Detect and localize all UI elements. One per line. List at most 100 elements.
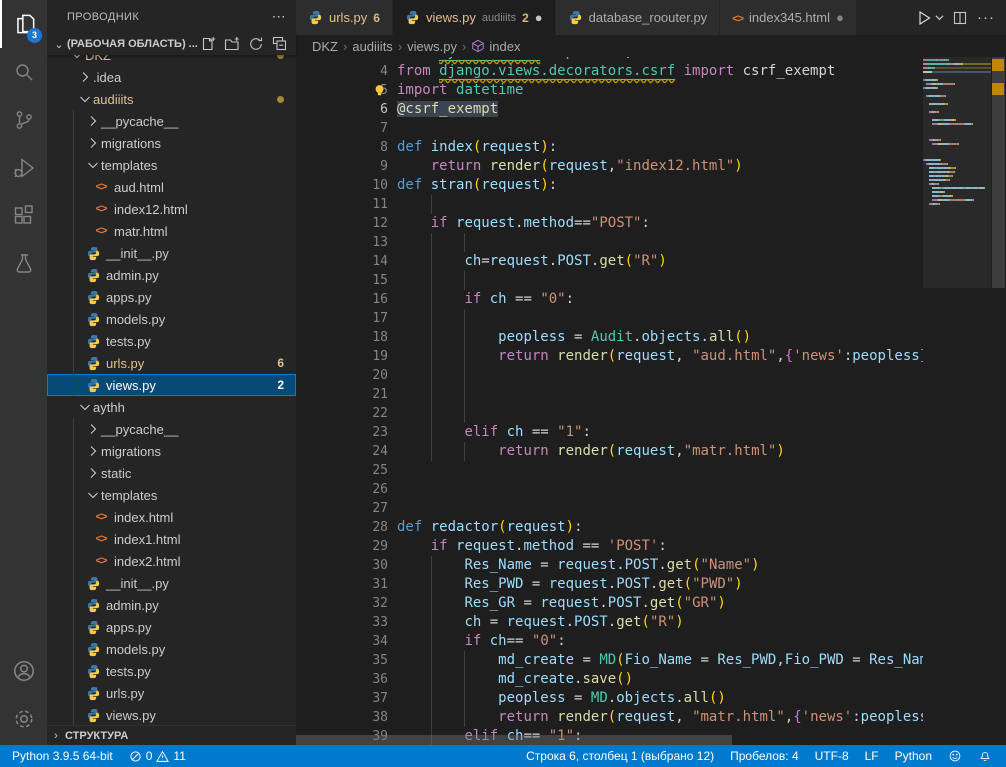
code-line-10[interactable]: 10def stran(request):	[296, 176, 1006, 195]
eol-status[interactable]: LF	[857, 745, 887, 767]
refresh-icon[interactable]	[246, 34, 266, 54]
tree-item-apps.py[interactable]: apps.py	[47, 286, 296, 308]
breadcrumb-item-views.py[interactable]: views.py	[407, 39, 457, 54]
tree-item-models.py[interactable]: models.py	[47, 638, 296, 660]
tree-item-__init__.py[interactable]: __init__.py	[47, 572, 296, 594]
code-line-12[interactable]: 12if request.method=="POST":	[296, 214, 1006, 233]
code-line-5[interactable]: 5import datetime	[296, 81, 1006, 100]
code-line-27[interactable]: 27	[296, 499, 1006, 518]
tree-item-tests.py[interactable]: tests.py	[47, 660, 296, 682]
code-line-18[interactable]: 18peopless = Audit.objects.all()	[296, 328, 1006, 347]
outline-section-header[interactable]: › СТРУКТУРА	[47, 725, 296, 745]
tree-item-__pycache__[interactable]: __pycache__	[47, 418, 296, 440]
breadcrumb-item-audiiits[interactable]: audiiits	[352, 39, 392, 54]
tab-urls.py[interactable]: urls.py6	[296, 0, 393, 35]
code-line-13[interactable]: 13	[296, 233, 1006, 252]
tree-item-admin.py[interactable]: admin.py	[47, 594, 296, 616]
tree-item-apps.py[interactable]: apps.py	[47, 616, 296, 638]
code-line-9[interactable]: 9return render(request,"index12.html")	[296, 157, 1006, 176]
tree-item-views.py[interactable]: views.py	[47, 704, 296, 725]
chevron-down-icon[interactable]	[932, 6, 946, 30]
tab-database_roouter.py[interactable]: database_roouter.py	[556, 0, 721, 35]
tree-item-templates[interactable]: templates	[47, 154, 296, 176]
horizontal-scrollbar-thumb[interactable]	[296, 735, 732, 745]
code-line-14[interactable]: 14ch=request.POST.get("R")	[296, 252, 1006, 271]
code-line-26[interactable]: 26	[296, 480, 1006, 499]
tree-item-__init__.py[interactable]: __init__.py	[47, 242, 296, 264]
activity-item-explorer[interactable]: 3	[0, 0, 47, 48]
tree-item-static[interactable]: static	[47, 462, 296, 484]
code-line-24[interactable]: 24return render(request,"matr.html")	[296, 442, 1006, 461]
workspace-section-header[interactable]: ⌄ (РАБОЧАЯ ОБЛАСТЬ) ...	[47, 33, 296, 55]
code-line-30[interactable]: 30Res_Name = request.POST.get("Name")	[296, 556, 1006, 575]
code-line-23[interactable]: 23elif ch == "1":	[296, 423, 1006, 442]
code-line-16[interactable]: 16if ch == "0":	[296, 290, 1006, 309]
code-line-19[interactable]: 19return render(request, "aud.html",{'ne…	[296, 347, 1006, 366]
more-actions-icon[interactable]: ···	[974, 6, 998, 30]
python-interpreter-status[interactable]: Python 3.9.5 64-bit	[4, 745, 121, 767]
code-line-38[interactable]: 38return render(request, "matr.html",{'n…	[296, 708, 1006, 727]
dirty-dot-icon[interactable]: ●	[535, 10, 543, 25]
code-line-22[interactable]: 22	[296, 404, 1006, 423]
minimap[interactable]	[923, 57, 991, 745]
tree-item-migrations[interactable]: migrations	[47, 440, 296, 462]
tree-item-migrations[interactable]: migrations	[47, 132, 296, 154]
language-mode-status[interactable]: Python	[887, 745, 940, 767]
tree-item-index.html[interactable]: <>index.html	[47, 506, 296, 528]
code-line-20[interactable]: 20	[296, 366, 1006, 385]
code-line-15[interactable]: 15	[296, 271, 1006, 290]
tree-item-__pycache__[interactable]: __pycache__	[47, 110, 296, 132]
code-line-11[interactable]: 11	[296, 195, 1006, 214]
tree-item-audiiits[interactable]: audiiits	[47, 88, 296, 110]
tree-item-models.py[interactable]: models.py	[47, 308, 296, 330]
tree-item-admin.py[interactable]: admin.py	[47, 264, 296, 286]
activity-item-search[interactable]	[0, 48, 47, 96]
indentation-status[interactable]: Пробелов: 4	[722, 745, 807, 767]
tree-item-index2.html[interactable]: <>index2.html	[47, 550, 296, 572]
tab-index345.html[interactable]: <>index345.html●	[720, 0, 857, 35]
code-line-17[interactable]: 17	[296, 309, 1006, 328]
code-line-29[interactable]: 29if request.method == 'POST':	[296, 537, 1006, 556]
tree-item-aythh[interactable]: aythh	[47, 396, 296, 418]
activity-item-run-and-debug[interactable]	[0, 144, 47, 192]
cursor-position-status[interactable]: Строка 6, столбец 1 (выбрано 12)	[518, 745, 722, 767]
activity-item-accounts[interactable]	[0, 647, 47, 695]
code-line-31[interactable]: 31Res_PWD = request.POST.get("PWD")	[296, 575, 1006, 594]
code-line-37[interactable]: 37peopless = MD.objects.all()	[296, 689, 1006, 708]
tree-item-tests.py[interactable]: tests.py	[47, 330, 296, 352]
tree-item-index1.html[interactable]: <>index1.html	[47, 528, 296, 550]
tree-item-matr.html[interactable]: <>matr.html	[47, 220, 296, 242]
split-editor-icon[interactable]	[948, 6, 972, 30]
activity-item-testing[interactable]	[0, 240, 47, 288]
code-line-33[interactable]: 33ch = request.POST.get("R")	[296, 613, 1006, 632]
new-folder-icon[interactable]	[222, 34, 242, 54]
more-actions-icon[interactable]: ⋯	[272, 8, 286, 25]
activity-item-source-control[interactable]	[0, 96, 47, 144]
breadcrumb-item-DKZ[interactable]: DKZ	[312, 39, 338, 54]
code-line-6[interactable]: 6@csrf_exempt	[296, 100, 1006, 119]
tree-item-aud.html[interactable]: <>aud.html	[47, 176, 296, 198]
code-line-28[interactable]: 28def redactor(request):	[296, 518, 1006, 537]
code-line-21[interactable]: 21	[296, 385, 1006, 404]
tree-item-templates[interactable]: templates	[47, 484, 296, 506]
code-line-32[interactable]: 32Res_GR = request.POST.get("GR")	[296, 594, 1006, 613]
code-line-8[interactable]: 8def index(request):	[296, 138, 1006, 157]
encoding-status[interactable]: UTF-8	[807, 745, 857, 767]
tree-item-views.py[interactable]: views.py2	[47, 374, 296, 396]
code-line-35[interactable]: 35md_create = MD(Fio_Name = Res_PWD,Fio_…	[296, 651, 1006, 670]
lightbulb-icon[interactable]	[372, 83, 387, 98]
code-line-34[interactable]: 34if ch== "0":	[296, 632, 1006, 651]
collapse-all-icon[interactable]	[270, 34, 290, 54]
code-line-36[interactable]: 36md_create.save()	[296, 670, 1006, 689]
problems-status[interactable]: 0 11	[121, 745, 194, 767]
activity-item-settings[interactable]	[0, 695, 47, 743]
tree-item-.idea[interactable]: .idea	[47, 66, 296, 88]
tree-item-DKZ[interactable]: DKZ	[47, 55, 296, 66]
tree-item-index12.html[interactable]: <>index12.html	[47, 198, 296, 220]
activity-item-extensions[interactable]	[0, 192, 47, 240]
feedback-icon[interactable]	[940, 745, 970, 767]
code-line-25[interactable]: 25	[296, 461, 1006, 480]
code-editor[interactable]: 3from aythh.models import MD,Audit4from …	[296, 57, 1006, 745]
tree-item-urls.py[interactable]: urls.py6	[47, 352, 296, 374]
new-file-icon[interactable]	[198, 34, 218, 54]
